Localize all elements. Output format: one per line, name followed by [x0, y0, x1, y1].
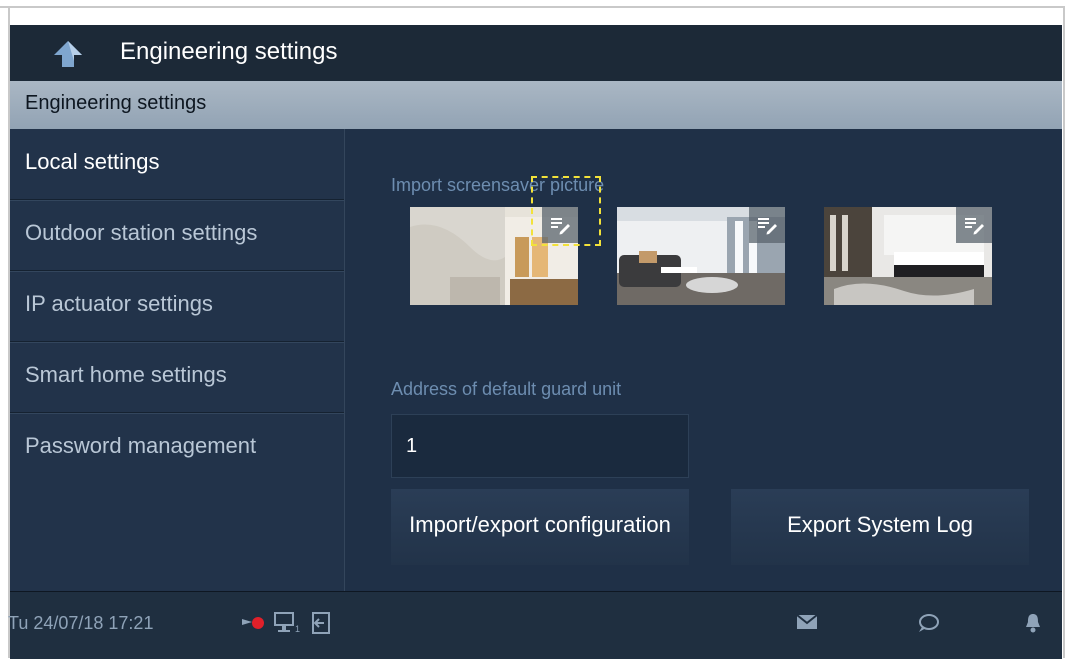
- mail-icon[interactable]: [796, 614, 818, 630]
- edit-picture-button-3[interactable]: [956, 207, 992, 243]
- chat-icon[interactable]: [916, 612, 940, 634]
- sidebar-item-outdoor-station-settings[interactable]: Outdoor station settings: [10, 200, 344, 271]
- status-bar: Tu 24/07/18 17:21 1: [8, 591, 1062, 659]
- edit-icon: [758, 218, 777, 235]
- sidebar-item-label: Password management: [25, 433, 257, 458]
- sidebar: Local settings Outdoor station settings …: [10, 129, 345, 591]
- guard-unit-address-value: 1: [406, 435, 418, 457]
- title-bar: Engineering settings: [10, 25, 1062, 81]
- svg-text:1: 1: [295, 624, 300, 634]
- highlight-dashed-box: [531, 176, 601, 246]
- screensaver-thumbnail-3[interactable]: [824, 207, 992, 305]
- bell-icon[interactable]: [1025, 612, 1041, 634]
- device-screen: Engineering settings Engineering setting…: [8, 25, 1062, 659]
- sidebar-item-local-settings[interactable]: Local settings: [10, 129, 344, 200]
- page-title: Engineering settings: [120, 38, 338, 65]
- door-exit-icon[interactable]: [310, 611, 332, 635]
- status-datetime: Tu 24/07/18 17:21: [8, 613, 154, 633]
- import-export-configuration-button[interactable]: Import/export configuration: [391, 489, 689, 565]
- guard-unit-address-input[interactable]: 1: [391, 414, 689, 478]
- edit-icon: [965, 218, 984, 235]
- section-title: Engineering settings: [25, 92, 207, 114]
- frame-top-line: [0, 6, 1065, 8]
- sidebar-item-label: IP actuator settings: [25, 291, 213, 316]
- sidebar-item-label: Smart home settings: [25, 362, 227, 387]
- screensaver-thumbnail-2[interactable]: [617, 207, 785, 305]
- sidebar-item-ip-actuator-settings[interactable]: IP actuator settings: [10, 271, 344, 342]
- section-header: Engineering settings: [10, 81, 1062, 129]
- camera-record-icon: [242, 617, 264, 629]
- back-arrow-icon[interactable]: [50, 39, 86, 69]
- monitor-icon: 1: [274, 612, 300, 634]
- sidebar-item-label: Outdoor station settings: [25, 220, 258, 245]
- sidebar-item-password-management[interactable]: Password management: [10, 413, 344, 483]
- sidebar-item-label: Local settings: [25, 149, 160, 174]
- export-system-log-button[interactable]: Export System Log: [731, 489, 1029, 565]
- main-panel: Import screensaver picture Address of de…: [345, 129, 1062, 591]
- guard-unit-label: Address of default guard unit: [391, 379, 622, 399]
- edit-picture-button-2[interactable]: [749, 207, 785, 243]
- sidebar-item-smart-home-settings[interactable]: Smart home settings: [10, 342, 344, 413]
